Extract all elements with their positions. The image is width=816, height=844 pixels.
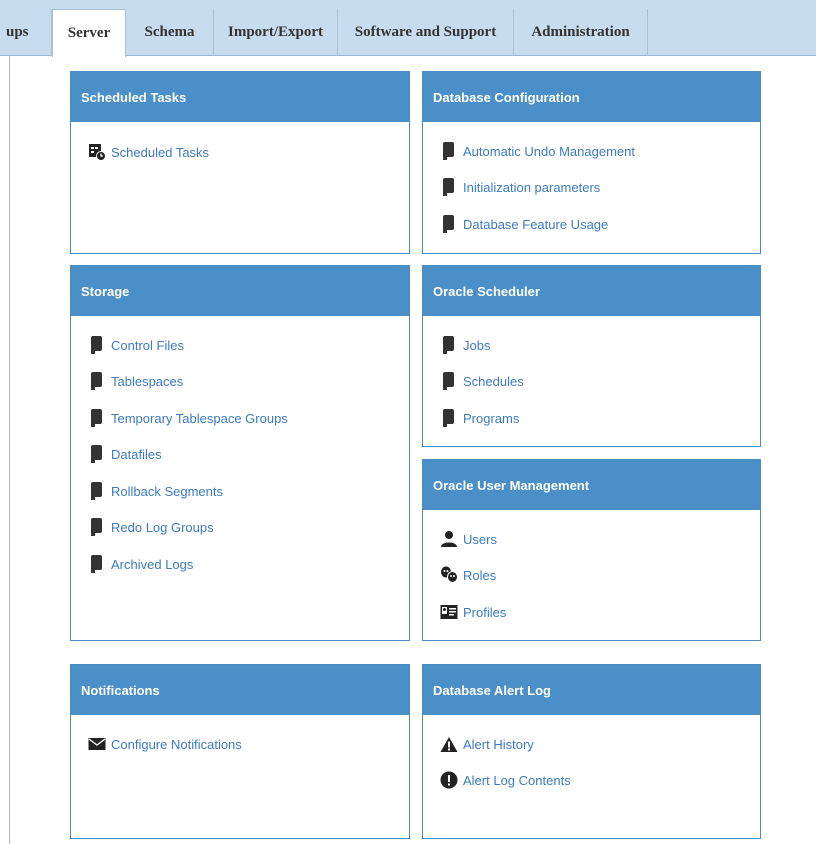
link-label: Automatic Undo Management [463, 143, 635, 159]
tab-software-and-support[interactable]: Software and Support [338, 9, 514, 56]
database-item-icon [87, 335, 107, 355]
link-jobs[interactable]: Jobs [439, 334, 490, 356]
link-label: Database Feature Usage [463, 216, 609, 232]
page: ups Server Schema Import/Export Software… [0, 0, 816, 844]
database-item-icon [439, 141, 459, 161]
link-temporary-tablespace-groups[interactable]: Temporary Tablespace Groups [87, 407, 288, 429]
link-label: Tablespaces [111, 373, 184, 389]
link-schedules[interactable]: Schedules [439, 370, 524, 392]
link-control-files[interactable]: Control Files [87, 334, 184, 356]
link-configure-notifications[interactable]: Configure Notifications [87, 733, 242, 755]
profile-card-icon [439, 602, 459, 622]
link-tablespaces[interactable]: Tablespaces [87, 370, 183, 392]
link-archived-logs[interactable]: Archived Logs [87, 553, 193, 575]
link-scheduled-tasks[interactable]: Scheduled Tasks [87, 141, 209, 163]
panel-title: Storage [71, 266, 409, 316]
link-label: Datafiles [111, 446, 162, 462]
link-label: Temporary Tablespace Groups [111, 410, 288, 426]
panel-title: Oracle User Management [423, 460, 760, 510]
panel-title: Notifications [71, 665, 409, 715]
database-item-icon [87, 371, 107, 391]
link-redo-log-groups[interactable]: Redo Log Groups [87, 516, 214, 538]
panel-title: Database Configuration [423, 72, 760, 122]
database-item-icon [87, 554, 107, 574]
left-border [9, 56, 10, 844]
panel-database-configuration: Database Configuration Automatic Undo Ma… [422, 71, 761, 254]
link-label: Roles [463, 567, 497, 583]
panel-storage: Storage Control Files Tablespaces Tempor… [70, 265, 410, 641]
link-profiles[interactable]: Profiles [439, 601, 506, 623]
link-label: Schedules [463, 373, 524, 389]
link-programs[interactable]: Programs [439, 407, 519, 429]
panel-scheduled-tasks: Scheduled Tasks Scheduled Tasks [70, 71, 410, 254]
database-item-icon [87, 481, 107, 501]
exclamation-circle-icon [439, 770, 459, 790]
database-item-icon [439, 371, 459, 391]
link-automatic-undo-management[interactable]: Automatic Undo Management [439, 140, 635, 162]
envelope-icon [87, 734, 107, 754]
tab-administration[interactable]: Administration [514, 9, 648, 56]
link-datafiles[interactable]: Datafiles [87, 443, 162, 465]
link-label: Jobs [463, 337, 491, 353]
link-label: Configure Notifications [111, 736, 242, 752]
link-rollback-segments[interactable]: Rollback Segments [87, 480, 223, 502]
link-label: Rollback Segments [111, 483, 223, 499]
roles-icon [439, 565, 459, 585]
link-label: Archived Logs [111, 556, 194, 572]
database-item-icon [87, 408, 107, 428]
link-label: Alert Log Contents [463, 772, 571, 788]
user-icon [439, 529, 459, 549]
tab-server[interactable]: Server [52, 9, 126, 57]
tab-bar: ups Server Schema Import/Export Software… [0, 0, 816, 57]
database-item-icon [87, 444, 107, 464]
tab-import-export[interactable]: Import/Export [214, 9, 338, 56]
link-label: Initialization parameters [463, 179, 601, 195]
panel-notifications: Notifications Configure Notifications [70, 664, 410, 839]
panel-oracle-user-management: Oracle User Management Users Roles Profi… [422, 459, 761, 641]
panel-database-alert-log: Database Alert Log Alert History Alert L… [422, 664, 761, 839]
link-label: Control Files [111, 337, 184, 353]
panel-oracle-scheduler: Oracle Scheduler Jobs Schedules Programs [422, 265, 761, 447]
link-alert-log-contents[interactable]: Alert Log Contents [439, 769, 571, 791]
link-database-feature-usage[interactable]: Database Feature Usage [439, 213, 608, 235]
link-users[interactable]: Users [439, 528, 497, 550]
link-label: Profiles [463, 604, 507, 620]
panel-title: Database Alert Log [423, 665, 760, 715]
warning-triangle-icon [439, 734, 459, 754]
link-initialization-parameters[interactable]: Initialization parameters [439, 176, 600, 198]
tab-groups[interactable]: ups [0, 9, 52, 56]
link-label: Programs [463, 410, 520, 426]
link-label: Users [463, 531, 497, 547]
link-label: Redo Log Groups [111, 519, 214, 535]
link-label: Scheduled Tasks [111, 144, 210, 160]
panel-title: Scheduled Tasks [71, 72, 409, 122]
tab-schema[interactable]: Schema [126, 9, 214, 56]
database-item-icon [439, 408, 459, 428]
database-item-icon [439, 214, 459, 234]
panel-title: Oracle Scheduler [423, 266, 760, 316]
link-alert-history[interactable]: Alert History [439, 733, 534, 755]
link-roles[interactable]: Roles [439, 564, 496, 586]
database-item-icon [87, 517, 107, 537]
scheduled-tasks-icon [87, 142, 107, 162]
database-item-icon [439, 335, 459, 355]
database-item-icon [439, 177, 459, 197]
link-label: Alert History [463, 736, 534, 752]
